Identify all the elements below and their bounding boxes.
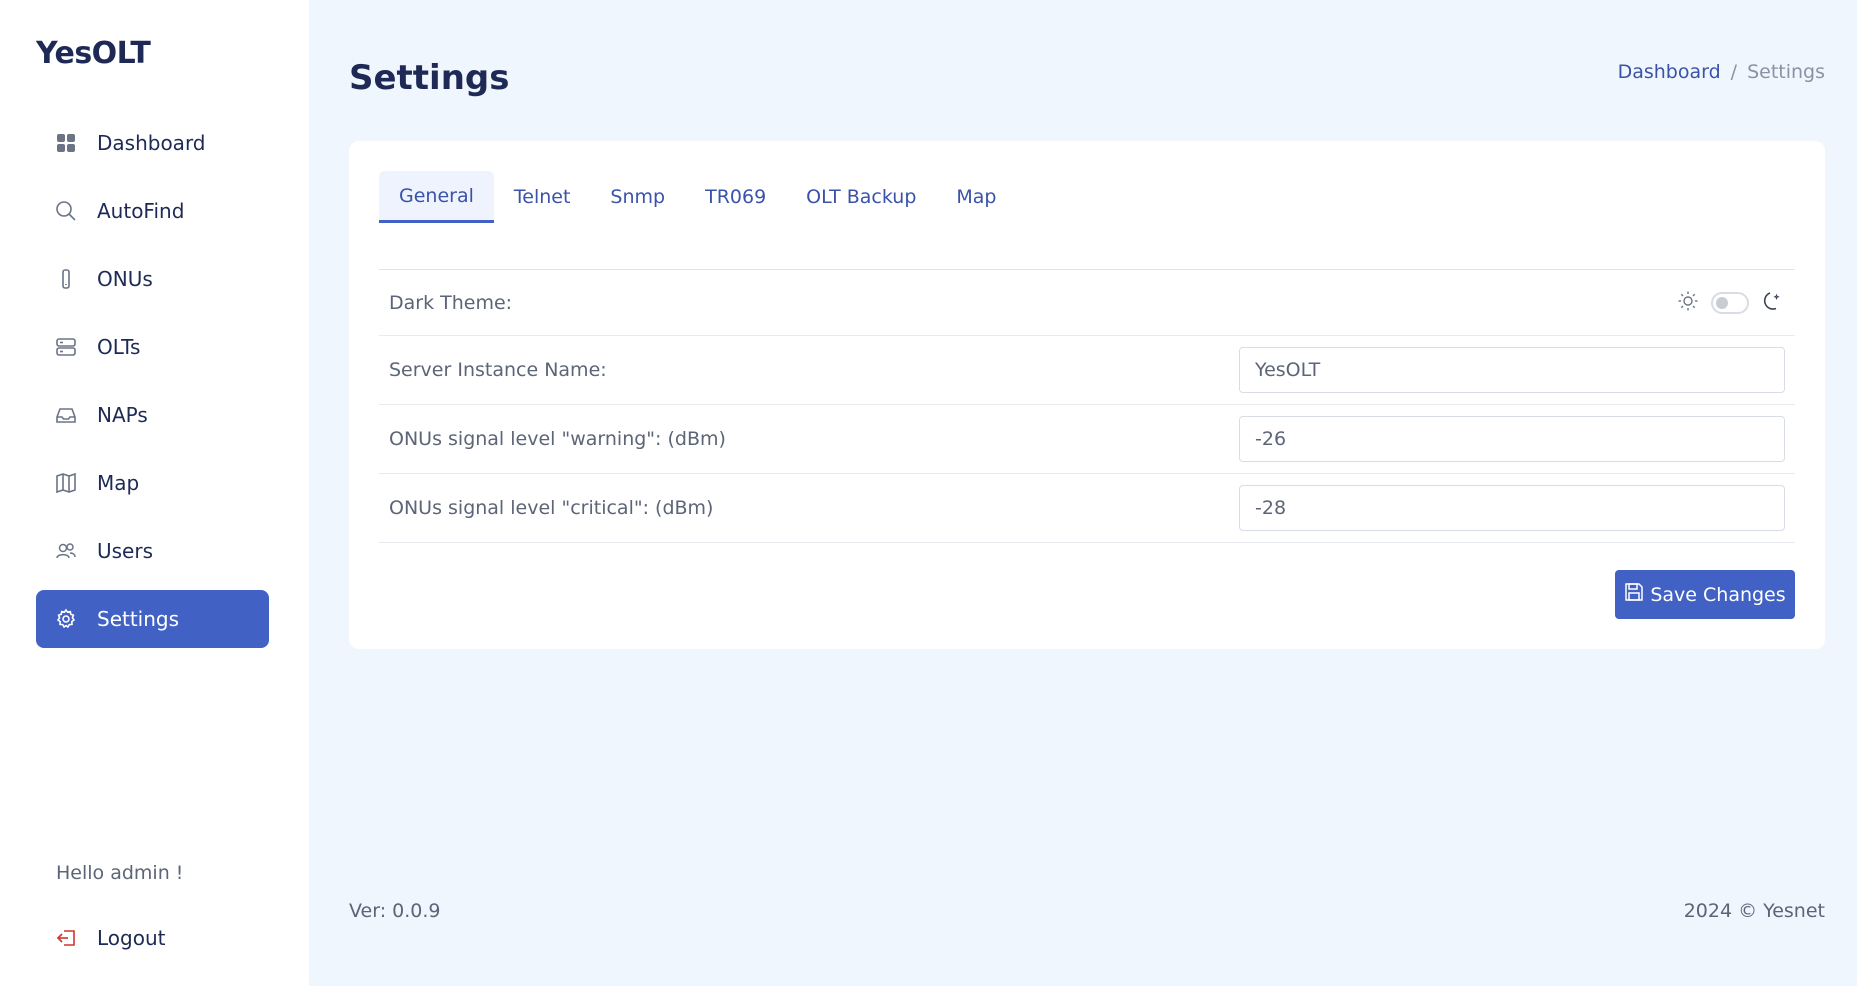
sidebar-item-label: AutoFind [97, 199, 185, 223]
sidebar-item-olts[interactable]: OLTs [36, 318, 269, 376]
greeting-text: Hello admin ! [56, 862, 184, 884]
settings-card: General Telnet Snmp TR069 OLT Backup Map… [349, 141, 1825, 649]
gear-icon [55, 608, 77, 630]
save-changes-button[interactable]: Save Changes [1615, 570, 1795, 619]
breadcrumb-separator: / [1730, 61, 1738, 83]
version-text: Ver: 0.0.9 [349, 900, 441, 922]
map-icon [55, 472, 77, 494]
logout-label: Logout [97, 926, 166, 950]
breadcrumb: Dashboard / Settings [1618, 61, 1825, 83]
sidebar-item-onus[interactable]: ONUs [36, 250, 269, 308]
warning-level-row: ONUs signal level "warning": (dBm) [379, 405, 1795, 474]
breadcrumb-current: Settings [1747, 61, 1825, 83]
sidebar-item-users[interactable]: Users [36, 522, 269, 580]
copyright-text: 2024 © Yesnet [1683, 900, 1825, 922]
sidebar-item-dashboard[interactable]: Dashboard [36, 114, 269, 172]
sidebar-item-label: OLTs [97, 335, 141, 359]
tab-telnet[interactable]: Telnet [494, 171, 591, 223]
sidebar-item-map[interactable]: Map [36, 454, 269, 512]
critical-level-label: ONUs signal level "critical": (dBm) [389, 497, 714, 519]
dark-theme-control [1677, 290, 1783, 316]
users-icon [55, 540, 77, 562]
warning-level-input[interactable] [1239, 416, 1785, 462]
moon-icon [1761, 290, 1783, 316]
inbox-icon [55, 404, 77, 426]
dark-theme-label: Dark Theme: [389, 291, 513, 314]
sun-icon [1677, 290, 1699, 316]
grid-icon [55, 132, 77, 154]
server-name-row: Server Instance Name: [379, 336, 1795, 405]
sidebar-item-naps[interactable]: NAPs [36, 386, 269, 444]
settings-tabs: General Telnet Snmp TR069 OLT Backup Map [379, 171, 1017, 223]
dark-theme-toggle[interactable] [1711, 291, 1749, 314]
sidebar-item-label: NAPs [97, 403, 148, 427]
sidebar-item-settings[interactable]: Settings [36, 590, 269, 648]
logout-button[interactable]: Logout [36, 910, 269, 966]
tab-olt-backup[interactable]: OLT Backup [786, 171, 936, 223]
tab-general[interactable]: General [379, 171, 494, 223]
server-name-input[interactable] [1239, 347, 1785, 393]
sidebar-item-label: Dashboard [97, 131, 206, 155]
breadcrumb-dashboard-link[interactable]: Dashboard [1618, 61, 1721, 83]
sidebar: YesOLT Dashboard AutoFind ONUs OLTs NAPs… [0, 0, 309, 986]
brand-logo[interactable]: YesOLT [36, 36, 151, 71]
critical-level-input[interactable] [1239, 485, 1785, 531]
tab-snmp[interactable]: Snmp [590, 171, 685, 223]
sidebar-nav: Dashboard AutoFind ONUs OLTs NAPs Map Us… [36, 114, 269, 658]
warning-level-label: ONUs signal level "warning": (dBm) [389, 428, 726, 450]
device-icon [55, 268, 77, 290]
sidebar-item-label: Map [97, 471, 140, 495]
server-name-label: Server Instance Name: [389, 359, 607, 381]
sidebar-item-label: Settings [97, 607, 180, 631]
sidebar-item-autofind[interactable]: AutoFind [36, 182, 269, 240]
server-icon [55, 336, 77, 358]
sidebar-item-label: ONUs [97, 267, 153, 291]
floppy-disk-icon [1624, 582, 1644, 607]
toggle-knob [1716, 296, 1728, 309]
tab-map[interactable]: Map [936, 171, 1016, 223]
critical-level-row: ONUs signal level "critical": (dBm) [379, 474, 1795, 543]
tab-tr069[interactable]: TR069 [685, 171, 786, 223]
page-title: Settings [349, 58, 510, 98]
search-icon [55, 200, 77, 222]
general-settings-form: Dark Theme: Server Instance Name: ONUs s… [379, 269, 1795, 543]
dark-theme-row: Dark Theme: [379, 270, 1795, 336]
save-changes-label: Save Changes [1650, 583, 1786, 606]
sidebar-item-label: Users [97, 539, 154, 563]
logout-icon [55, 927, 77, 949]
